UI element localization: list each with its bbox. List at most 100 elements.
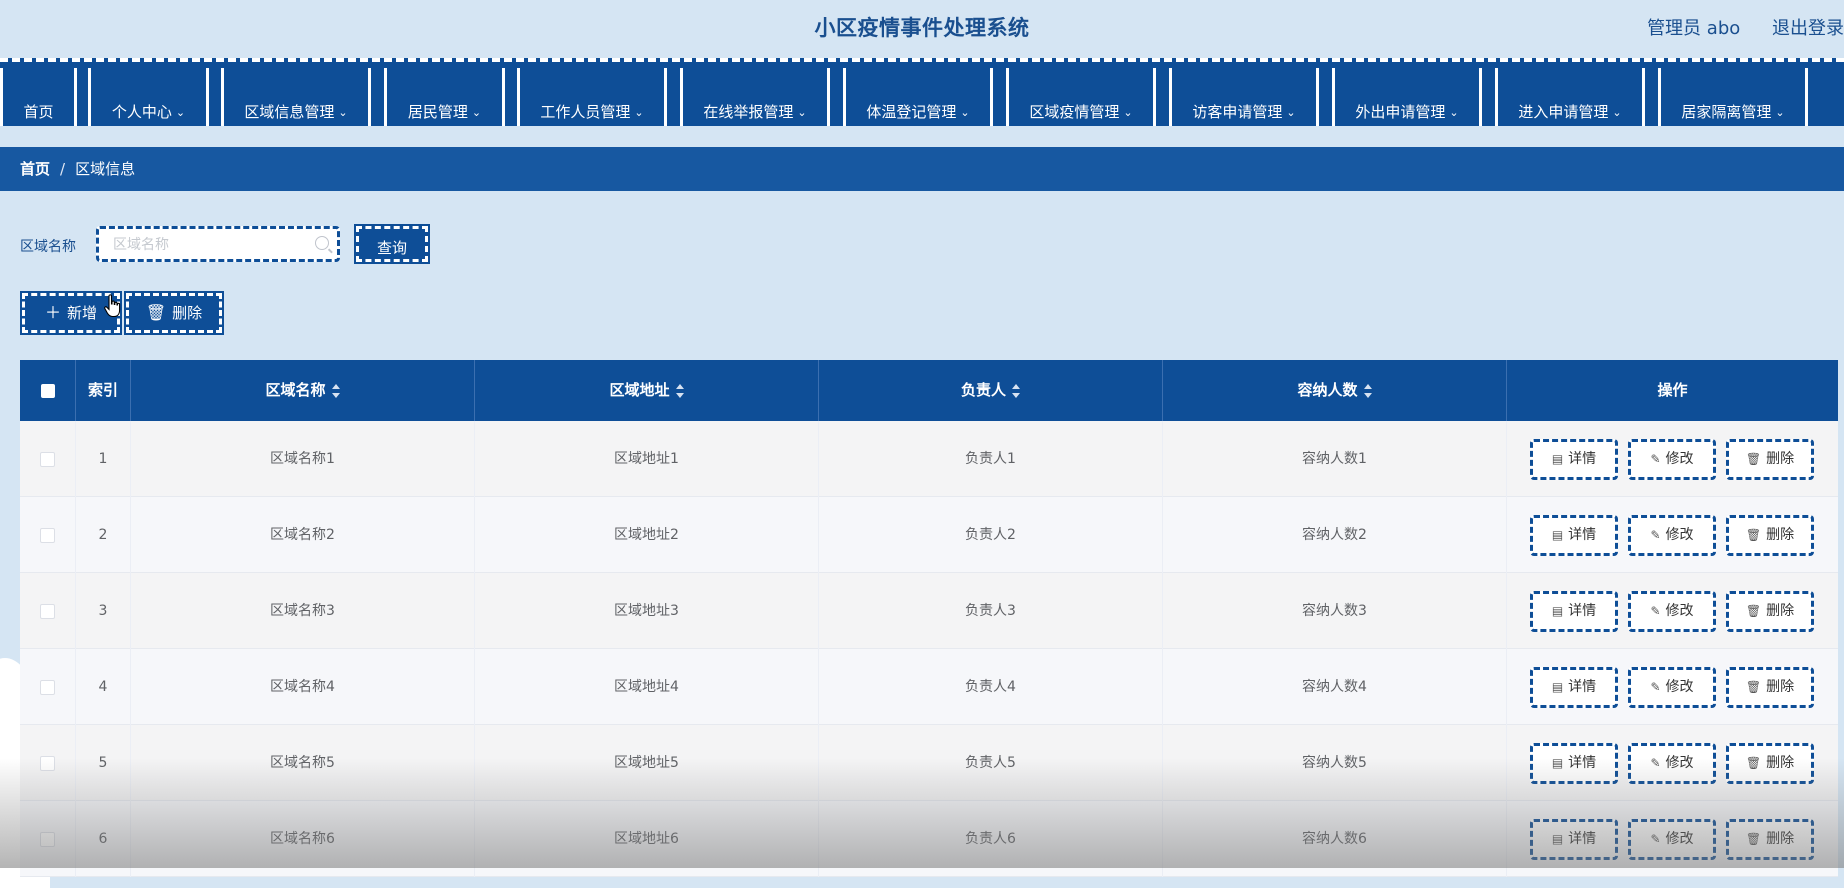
name-cell: 区域名称3 bbox=[131, 573, 475, 649]
address-cell: 区域地址1 bbox=[475, 421, 819, 497]
index-cell: 5 bbox=[76, 725, 131, 801]
index-cell: 3 bbox=[76, 573, 131, 649]
row-checkbox[interactable] bbox=[40, 451, 55, 467]
row-checkbox[interactable] bbox=[40, 679, 55, 695]
manager-cell: 负责人6 bbox=[819, 801, 1163, 877]
search-icon bbox=[315, 236, 329, 250]
actions-cell: ▤ 详情 ✎ 修改 🗑 删除 bbox=[1507, 725, 1838, 801]
detail-button[interactable]: ▤ 详情 bbox=[1530, 667, 1618, 708]
delete-button-label: 删除 bbox=[1766, 603, 1795, 619]
manager-cell: 负责人1 bbox=[819, 421, 1163, 497]
chevron-down-icon: ⌄ bbox=[175, 106, 186, 119]
capacity-cell: 容纳人数1 bbox=[1163, 421, 1507, 497]
batch-delete-button[interactable]: 🗑 删除 bbox=[124, 291, 224, 335]
manager-cell: 负责人2 bbox=[819, 497, 1163, 573]
nav-item-text: 区域信息管理 bbox=[244, 103, 335, 121]
document-icon: ▤ bbox=[1551, 528, 1564, 542]
sort-icon[interactable] bbox=[331, 383, 340, 398]
pencil-icon: ✎ bbox=[1650, 452, 1661, 466]
chevron-down-icon: ⌄ bbox=[338, 106, 348, 119]
nav-item-text: 区域疫情管理 bbox=[1029, 103, 1120, 121]
nav-item-text: 工作人员管理 bbox=[540, 103, 631, 121]
detail-button-label: 详情 bbox=[1568, 527, 1597, 543]
nav-item[interactable]: 居家隔离管理 ⌄ bbox=[1658, 68, 1808, 126]
nav-item[interactable]: 工作人员管理 ⌄ bbox=[517, 68, 667, 126]
detail-button[interactable]: ▤ 详情 bbox=[1530, 743, 1618, 784]
edit-button[interactable]: ✎ 修改 bbox=[1628, 743, 1716, 784]
nav-item-label: 在线举报管理 ⌄ bbox=[683, 105, 827, 120]
nav-item[interactable]: 首页 bbox=[0, 68, 77, 126]
edit-button[interactable]: ✎ 修改 bbox=[1628, 667, 1716, 708]
document-icon: ▤ bbox=[1551, 756, 1564, 770]
name-cell: 区域名称5 bbox=[131, 725, 475, 801]
capacity-cell: 容纳人数2 bbox=[1163, 497, 1507, 573]
index-cell: 4 bbox=[76, 649, 131, 725]
delete-button[interactable]: 🗑 删除 bbox=[1726, 819, 1814, 860]
actions-cell: ▤ 详情 ✎ 修改 🗑 删除 bbox=[1507, 497, 1838, 573]
detail-button[interactable]: ▤ 详情 bbox=[1530, 515, 1618, 556]
breadcrumb: 首页 / 区域信息 bbox=[0, 147, 1844, 191]
edit-button[interactable]: ✎ 修改 bbox=[1628, 515, 1716, 556]
manager-cell: 负责人3 bbox=[819, 573, 1163, 649]
delete-button[interactable]: 🗑 删除 bbox=[1726, 667, 1814, 708]
column-header-label: 区域名称 bbox=[265, 381, 326, 399]
edit-button[interactable]: ✎ 修改 bbox=[1628, 819, 1716, 860]
select-cell bbox=[20, 497, 76, 573]
nav-item[interactable]: 个人中心 ⌄ bbox=[88, 68, 209, 126]
select-cell bbox=[20, 573, 76, 649]
sort-icon[interactable] bbox=[1363, 383, 1372, 398]
column-header-address[interactable]: 区域地址 bbox=[475, 360, 819, 421]
nav-item[interactable]: 访客申请管理 ⌄ bbox=[1169, 68, 1319, 126]
delete-button[interactable]: 🗑 删除 bbox=[1726, 591, 1814, 632]
column-header-name[interactable]: 区域名称 bbox=[131, 360, 475, 421]
sort-icon[interactable] bbox=[1012, 383, 1020, 398]
trash-icon: 🗑 bbox=[1745, 832, 1762, 846]
column-header-capacity[interactable]: 容纳人数 bbox=[1163, 360, 1507, 421]
pencil-icon: ✎ bbox=[1650, 528, 1661, 542]
trash-icon: 🗑 bbox=[1745, 756, 1762, 770]
edit-button[interactable]: ✎ 修改 bbox=[1628, 439, 1716, 480]
row-checkbox[interactable] bbox=[40, 603, 55, 619]
nav-item[interactable]: 居民管理 ⌄ bbox=[384, 68, 505, 126]
chevron-down-icon: ⌄ bbox=[634, 106, 644, 119]
delete-button[interactable]: 🗑 删除 bbox=[1726, 743, 1814, 784]
nav-item[interactable]: 在线举报管理 ⌄ bbox=[680, 68, 830, 126]
pencil-icon: ✎ bbox=[1650, 756, 1661, 770]
nav-item[interactable]: 外出申请管理 ⌄ bbox=[1332, 68, 1482, 126]
sort-icon[interactable] bbox=[675, 383, 684, 398]
select-all-checkbox[interactable] bbox=[40, 383, 55, 398]
breadcrumb-current: 区域信息 bbox=[75, 160, 136, 178]
delete-button[interactable]: 🗑 删除 bbox=[1726, 515, 1814, 556]
detail-button[interactable]: ▤ 详情 bbox=[1530, 439, 1618, 480]
nav-item[interactable]: 进入申请管理 ⌄ bbox=[1495, 68, 1645, 126]
edit-button-label: 修改 bbox=[1665, 831, 1694, 847]
name-cell: 区域名称6 bbox=[131, 801, 475, 877]
delete-button[interactable]: 🗑 删除 bbox=[1726, 439, 1814, 480]
search-box bbox=[96, 226, 340, 262]
nav-item[interactable]: 区域信息管理 ⌄ bbox=[221, 68, 371, 126]
row-checkbox[interactable] bbox=[40, 755, 55, 771]
row-checkbox[interactable] bbox=[40, 831, 55, 847]
breadcrumb-separator: / bbox=[60, 160, 66, 178]
chevron-down-icon: ⌄ bbox=[797, 106, 807, 119]
nav-item[interactable]: 区域疫情管理 ⌄ bbox=[1006, 68, 1156, 126]
table-row: 6 区域名称6 区域地址6 负责人6 容纳人数6 ▤ 详情 ✎ 修改 🗑 删除 bbox=[20, 801, 1838, 877]
query-button[interactable]: 查询 bbox=[354, 224, 430, 264]
row-checkbox[interactable] bbox=[40, 527, 55, 543]
nav-item-text: 居家隔离管理 bbox=[1681, 103, 1772, 121]
column-header-manager[interactable]: 负责人 bbox=[819, 360, 1163, 421]
search-input[interactable] bbox=[111, 233, 305, 257]
search-label: 区域名称 bbox=[20, 239, 76, 255]
nav-item[interactable]: 体温登记管理 ⌄ bbox=[843, 68, 993, 126]
breadcrumb-home[interactable]: 首页 bbox=[20, 160, 50, 178]
index-cell: 1 bbox=[76, 421, 131, 497]
edit-button[interactable]: ✎ 修改 bbox=[1628, 591, 1716, 632]
detail-button[interactable]: ▤ 详情 bbox=[1530, 819, 1618, 860]
detail-button[interactable]: ▤ 详情 bbox=[1530, 591, 1618, 632]
nav-item-text: 首页 bbox=[23, 103, 54, 121]
document-icon: ▤ bbox=[1551, 604, 1564, 618]
detail-button-label: 详情 bbox=[1568, 451, 1597, 467]
document-icon: ▤ bbox=[1551, 680, 1564, 694]
logout-link[interactable]: 退出登录 bbox=[1772, 18, 1844, 39]
capacity-cell: 容纳人数5 bbox=[1163, 725, 1507, 801]
